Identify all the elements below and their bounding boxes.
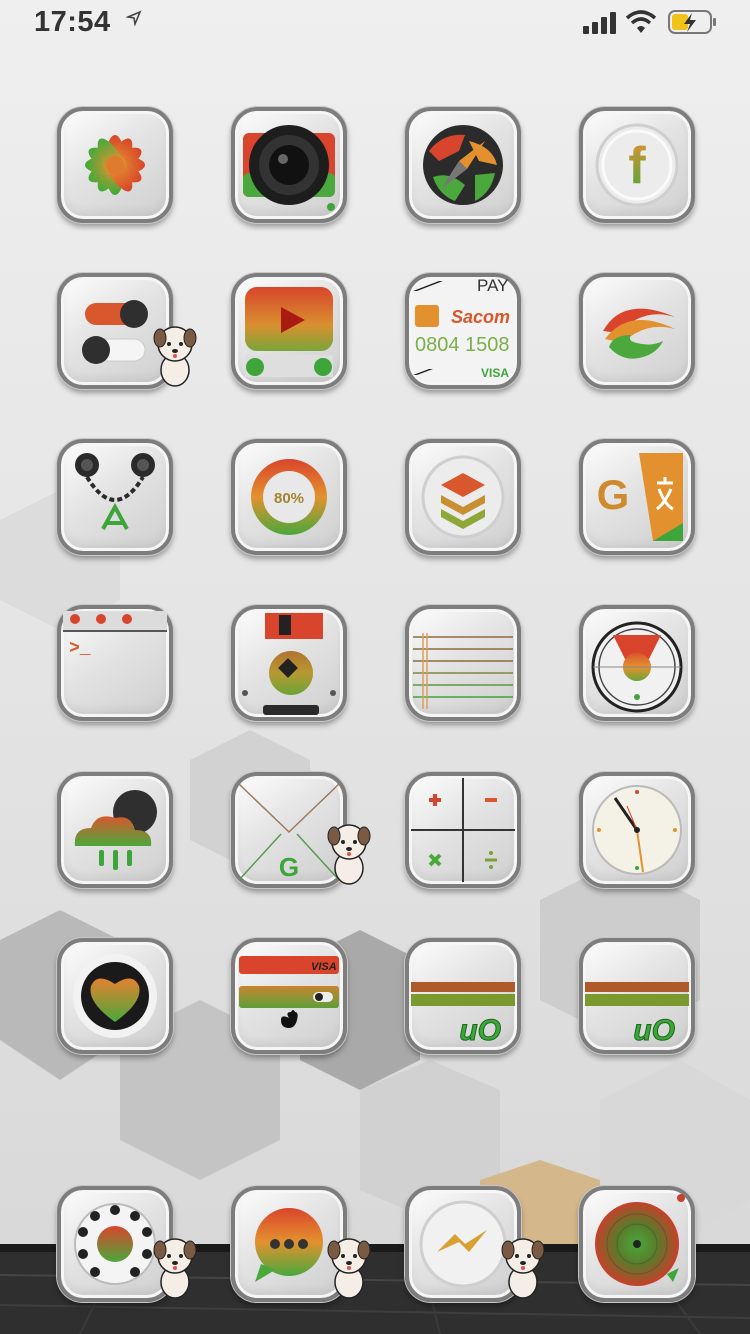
facebook-letter: f: [628, 137, 646, 195]
puppy-sticker: [326, 820, 372, 886]
location-arrow-icon: [126, 10, 142, 26]
app-store-icon[interactable]: [57, 439, 173, 555]
radar-icon[interactable]: [579, 605, 695, 721]
visa-small-label: VISA: [481, 366, 509, 380]
puppy-sticker: [152, 1234, 198, 1300]
translate-letter: G: [597, 471, 630, 518]
music-record-icon[interactable]: [579, 1186, 695, 1302]
sacombank-pay-icon[interactable]: PAY Sacom 0804 1508 VISA: [405, 273, 521, 389]
youtube-icon[interactable]: [231, 273, 347, 389]
notes-icon[interactable]: [405, 605, 521, 721]
floppy-disk-icon[interactable]: [231, 605, 347, 721]
uo-icon[interactable]: uO: [405, 938, 521, 1054]
puppy-sticker: [500, 1234, 546, 1300]
facebook-icon[interactable]: f: [579, 107, 695, 223]
puppy-sticker: [326, 1234, 372, 1300]
cellular-signal-icon: [583, 12, 616, 34]
status-bar: 17:54: [0, 0, 750, 44]
camera-icon[interactable]: [231, 107, 347, 223]
uo-label: uO: [459, 1014, 501, 1047]
battery-percent-icon[interactable]: 80%: [231, 439, 347, 555]
health-heart-icon[interactable]: [57, 938, 173, 1054]
sacom-label: Sacom: [451, 307, 510, 327]
battery-charging-icon: [668, 10, 716, 34]
terminal-prompt: >_: [69, 639, 91, 659]
wallet-icon[interactable]: VISA: [231, 938, 347, 1054]
safari-icon[interactable]: [405, 107, 521, 223]
google-translate-icon[interactable]: G: [579, 439, 695, 555]
card-number: 0804 1508: [415, 334, 510, 356]
flower-icon[interactable]: [57, 107, 173, 223]
puppy-sticker: [152, 322, 198, 388]
calculator-icon[interactable]: [405, 772, 521, 888]
uo-icon[interactable]: uO: [579, 938, 695, 1054]
terminal-icon[interactable]: >_: [57, 605, 173, 721]
zing-icon[interactable]: [579, 273, 695, 389]
uo-label: uO: [633, 1014, 675, 1047]
status-time: 17:54: [34, 6, 111, 38]
pay-label: PAY: [477, 277, 509, 295]
wifi-icon: [625, 10, 657, 33]
weather-icon[interactable]: [57, 772, 173, 888]
clock-icon[interactable]: [579, 772, 695, 888]
wallet-visa-label: VISA: [311, 961, 337, 973]
stack-icon[interactable]: [405, 439, 521, 555]
gmail-letter: G: [279, 852, 299, 882]
percent-label: 80%: [274, 490, 304, 507]
